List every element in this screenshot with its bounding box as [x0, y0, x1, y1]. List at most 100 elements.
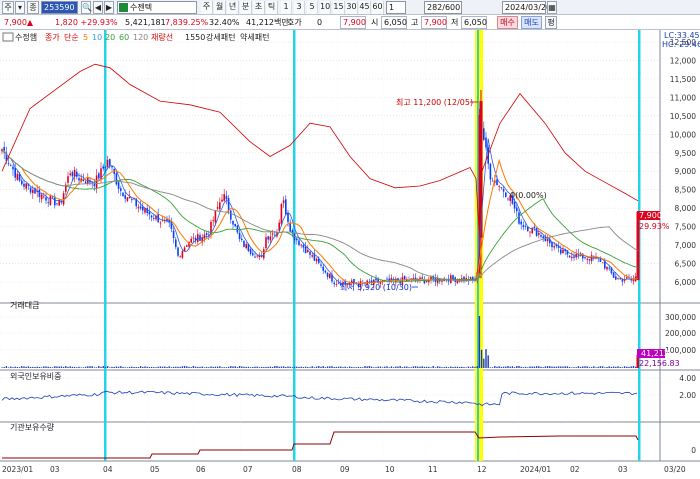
- volume-bar: [212, 366, 214, 368]
- candle-body: [529, 231, 531, 233]
- legend-ma5: 5: [83, 33, 88, 42]
- candle-body: [241, 238, 243, 241]
- volume-bar: [258, 367, 261, 368]
- interval-60-button[interactable]: 60: [372, 1, 384, 14]
- legend-ma10: 10: [92, 33, 102, 42]
- period-4-button[interactable]: 초: [253, 1, 265, 14]
- volume-bar: [49, 367, 52, 368]
- volume-bar: [606, 366, 608, 368]
- period-5-button[interactable]: 틱: [266, 1, 278, 14]
- code-type-button[interactable]: 종: [27, 1, 39, 14]
- extra-button[interactable]: 평: [545, 16, 557, 29]
- stock-code-input[interactable]: 253590: [41, 1, 78, 14]
- quote-bar: 7,900▲ 1,820 +29.93% 5,421,181 7,839.25%…: [0, 15, 700, 30]
- candle-body: [40, 194, 43, 200]
- candle-body: [533, 226, 536, 229]
- candle-body: [7, 163, 10, 165]
- chart-type-dropdown[interactable]: ▾: [15, 1, 25, 14]
- volume-bar: [232, 366, 234, 368]
- candle-body: [115, 173, 118, 185]
- volume-bar: [617, 366, 619, 368]
- high-annotation: 최고 11,200 (12/05): [396, 97, 473, 107]
- current-price-tag-text: 7,900: [639, 211, 662, 220]
- volume-bar: [322, 366, 324, 368]
- candle-body: [223, 194, 225, 201]
- volume-bar: [291, 367, 294, 368]
- interval-10-button[interactable]: 10: [320, 1, 331, 14]
- volume-bar: [252, 367, 254, 368]
- volume-bar: [472, 366, 474, 368]
- candle-body: [524, 226, 527, 228]
- count-input[interactable]: 282/600: [424, 1, 462, 14]
- buy-button[interactable]: 매수: [497, 16, 518, 29]
- volume-bar: [513, 367, 516, 368]
- volume-bar: [120, 366, 122, 368]
- volume-bar: [546, 366, 549, 368]
- interval-45-button[interactable]: 45: [359, 1, 371, 14]
- volume-bar: [267, 366, 269, 368]
- interval-1-button[interactable]: 1: [281, 1, 292, 14]
- volume-bar: [67, 366, 69, 368]
- volume-bar: [610, 366, 613, 368]
- candle-body: [425, 281, 428, 283]
- volume-bar: [183, 366, 186, 368]
- date-input[interactable]: 2024/03/20: [502, 1, 551, 14]
- volume-bar: [223, 367, 225, 368]
- volume-bar: [245, 366, 247, 368]
- volume-bar: [199, 366, 201, 368]
- candle-body: [458, 281, 461, 283]
- period-0-button[interactable]: 주: [201, 1, 213, 14]
- volume-bar: [190, 367, 192, 368]
- candle-body: [139, 206, 142, 209]
- foreign-tick-label: 4.00: [679, 374, 696, 383]
- price-tick-label: 7,500: [675, 223, 697, 232]
- chart-type-button[interactable]: 주: [2, 1, 14, 14]
- candle-body: [586, 258, 588, 260]
- low-annotation: 최저 5,920 (10/30): [340, 282, 412, 292]
- search-icon[interactable]: 🔍: [81, 1, 92, 14]
- volume-bar: [588, 367, 591, 368]
- period-3-button[interactable]: 분: [240, 1, 252, 14]
- volume-bar: [307, 367, 309, 368]
- price-tick-label: 6,500: [675, 260, 697, 269]
- volume-bar: [238, 366, 241, 368]
- volume-bar: [381, 367, 384, 368]
- volume-bar: [71, 366, 74, 368]
- interval-3-button[interactable]: 3: [294, 1, 305, 14]
- interval-30-button[interactable]: 30: [346, 1, 358, 14]
- stock-name-field[interactable]: 수젠텍: [117, 1, 197, 14]
- sell-button[interactable]: 매도: [521, 16, 542, 29]
- volume-bar: [260, 366, 263, 368]
- candle-body: [221, 199, 223, 202]
- candle-body: [579, 252, 582, 254]
- volume-bar: [300, 366, 302, 368]
- candle-body: [452, 275, 454, 279]
- volume-bar: [326, 366, 329, 368]
- x-tick-label: 10: [385, 465, 395, 474]
- volume-bar: [474, 366, 476, 368]
- candle-body: [142, 206, 144, 211]
- volume-bar: [522, 367, 525, 368]
- volume-bar: [16, 367, 19, 368]
- volume-bar: [348, 366, 351, 368]
- interval-5-button[interactable]: 5: [307, 1, 318, 14]
- volume-bar: [447, 367, 450, 368]
- volume-bar: [247, 366, 250, 368]
- volume-bar: [509, 366, 511, 368]
- candle-body: [131, 199, 133, 200]
- volume-bar: [333, 367, 335, 368]
- nav-left-button[interactable]: ◀: [93, 1, 103, 14]
- unit-input[interactable]: 1: [386, 1, 406, 14]
- candle-body: [175, 239, 177, 247]
- chart-canvas[interactable]: 12,50012,00011,50011,00010,50010,0009,50…: [0, 30, 700, 479]
- volume-bar: [76, 367, 78, 368]
- volume-bar: [593, 366, 595, 368]
- stock-chart[interactable]: 12,500 12,000 11,500 11,000 10,500 10,000 9,50…: [0, 30, 700, 479]
- nav-right-button[interactable]: ▶: [104, 1, 114, 14]
- period-1-button[interactable]: 월: [214, 1, 226, 14]
- period-2-button[interactable]: 년: [227, 1, 239, 14]
- current-price: 7,900▲: [4, 18, 34, 27]
- calendar-icon[interactable]: ▦: [547, 1, 557, 14]
- candle-body: [300, 244, 302, 246]
- interval-15-button[interactable]: 15: [333, 1, 345, 14]
